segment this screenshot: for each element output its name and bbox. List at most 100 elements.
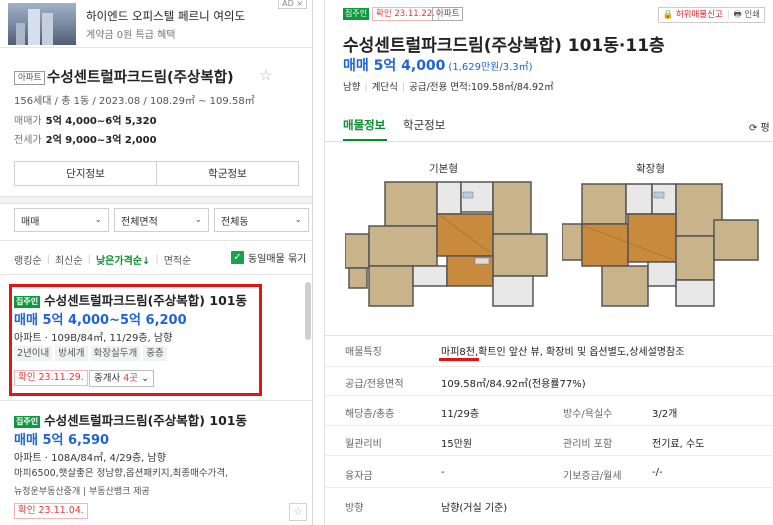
listing-spec: 아파트 · 109B/84㎡, 11/29층, 남향 xyxy=(14,333,173,344)
divider xyxy=(325,335,773,336)
listing-title-text: 수성센트럴파크드림(주상복합) 101동 xyxy=(44,413,247,428)
chevron-down-icon: ⌄ xyxy=(94,215,102,225)
listing-tag: 방세개 xyxy=(55,346,88,361)
jeonse-price-label: 전세가 xyxy=(14,135,42,146)
listing-tag: 중층 xyxy=(143,346,167,361)
floor-label: 해당층/총층 xyxy=(345,409,395,420)
listing-title[interactable]: 집주인 수성센트럴파크드림(주상복합) 101동 xyxy=(14,290,247,309)
owner-tag: 집주인 xyxy=(343,8,370,20)
complex-info-button[interactable]: 단지정보 xyxy=(14,161,157,186)
deposit-value: -/- xyxy=(652,467,663,478)
ad-banner[interactable]: 하이엔드 오피스텔 페르니 여의도 계약금 0원 특급 혜택 AD × xyxy=(0,0,312,48)
divider xyxy=(325,366,773,367)
ad-thumbnail[interactable] xyxy=(8,3,76,45)
divider xyxy=(325,395,773,396)
listing-title[interactable]: 집주인 수성센트럴파크드림(주상복합) 101동 xyxy=(14,410,247,429)
floorplan-extended-image[interactable] xyxy=(562,180,762,308)
ad-subtitle: 계약금 0원 특급 혜택 xyxy=(86,30,176,41)
maintenance-fee-value: 15만원 xyxy=(441,439,473,450)
price-per-area: (1,629만원/3.3㎡) xyxy=(448,62,533,73)
report-button[interactable]: 🔒 허위매물신고 xyxy=(663,8,723,22)
listing-tags: 2년이내 방세개 화장실두개 중층 xyxy=(14,346,170,361)
sort-area[interactable]: 면적순 xyxy=(164,252,192,267)
tab-school-info[interactable]: 학군정보 xyxy=(403,117,445,133)
area-value: 109.58㎡/84.92㎡(전용률77%) xyxy=(441,379,586,390)
sort-ranking[interactable]: 랭킹순 xyxy=(14,252,42,267)
listing-title-text: 수성센트럴파크드림(주상복합) 101동 xyxy=(44,293,247,308)
building-select[interactable]: 전체동 ⌄ xyxy=(214,208,309,232)
listing-tag: 2년이내 xyxy=(14,346,53,361)
group-same-listings-toggle[interactable]: ✓ 동일매물 묶기 xyxy=(231,250,306,265)
detail-panel: 집주인 확인 23.11.22. 아파트 🔒 허위매물신고 | 🖶 인쇄 수성센… xyxy=(324,0,773,525)
summary-structure: 계단식 xyxy=(371,82,398,93)
complex-summary: 156세대 / 총 1동 / 2023.08 / 108.29㎡ ~ 109.5… xyxy=(14,96,255,107)
favorite-star-icon[interactable]: ☆ xyxy=(259,66,272,84)
detail-title: 수성센트럴파크드림(주상복합) 101동·11층 xyxy=(343,36,665,56)
confirm-date-badge: 확인 23.11.29. xyxy=(14,370,88,386)
chevron-down-icon: ⌄ xyxy=(294,215,302,225)
floorplan-extended-label: 확장형 xyxy=(636,163,665,175)
divider xyxy=(325,487,773,488)
divider xyxy=(325,141,773,142)
summary-direction: 남향 xyxy=(343,82,361,93)
owner-tag: 집주인 xyxy=(14,295,41,308)
tab-review[interactable]: ⟳ 평 xyxy=(749,119,770,134)
jeonse-price-range: 전세가 2억 9,000~3억 2,000 xyxy=(14,131,157,146)
sale-price-label: 매매가 xyxy=(14,116,42,127)
agent-label: 중개사 xyxy=(94,373,121,384)
feature-value: 마피8천,확트인 앞산 뷰, 확장비 및 옵션별도,상세설명참조 xyxy=(441,347,685,358)
listing-price: 매매 5억 6,590 xyxy=(14,433,110,448)
floorplan-basic-label: 기본형 xyxy=(429,163,458,175)
favorite-star-icon[interactable]: ☆ xyxy=(289,503,307,521)
area-value: 전체면적 xyxy=(121,216,158,228)
loan-label: 융자금 xyxy=(345,471,373,482)
loan-value: - xyxy=(441,467,445,478)
checkbox-checked-icon[interactable]: ✓ xyxy=(231,251,244,264)
trade-type-select[interactable]: 매매 ⌄ xyxy=(14,208,109,232)
detail-price-value: 매매 5억 4,000 xyxy=(343,58,446,74)
rooms-label: 방수/욕실수 xyxy=(563,409,613,420)
section-divider xyxy=(0,196,312,204)
building-value: 전체동 xyxy=(221,216,249,228)
print-button[interactable]: 🖶 인쇄 xyxy=(734,8,760,22)
direction-value: 남향(거실 기준) xyxy=(441,503,508,514)
ad-badge[interactable]: AD × xyxy=(278,0,307,9)
rooms-value: 3/2개 xyxy=(652,409,678,420)
confirm-date-badge: 확인 23.11.04. xyxy=(14,503,88,519)
listing-tag: 화장실두개 xyxy=(90,346,141,361)
complex-title: 수성센트럴파크드림(주상복합) xyxy=(47,70,234,86)
listing-spec: 아파트 · 108A/84㎡, 4/29층, 남향 xyxy=(14,453,166,464)
owner-tag: 집주인 xyxy=(14,415,41,428)
summary-area: 공급/전용 면적:109.58㎡/84.92㎡ xyxy=(409,82,554,93)
agent-count: 4곳 xyxy=(123,373,139,384)
direction-label: 방향 xyxy=(345,503,364,514)
listing-price: 매매 5억 4,000~5억 6,200 xyxy=(14,313,187,328)
listing-agent-source: 뉴정운부동산중개 | 부동산뱅크 제공 xyxy=(14,487,150,497)
detail-summary: 남향 | 계단식 | 공급/전용 면적:109.58㎡/84.92㎡ xyxy=(343,82,554,93)
sale-price-value: 5억 4,000~6억 5,320 xyxy=(45,116,157,127)
divider xyxy=(0,400,312,401)
fee-includes-value: 전기료, 수도 xyxy=(652,439,705,450)
floorplan-basic-image[interactable] xyxy=(345,180,551,308)
sort-latest[interactable]: 최신순 xyxy=(55,252,83,267)
jeonse-price-value: 2억 9,000~3억 2,000 xyxy=(45,135,157,146)
area-select[interactable]: 전체면적 ⌄ xyxy=(114,208,209,232)
divider xyxy=(325,455,773,456)
sort-options: 랭킹순 | 최신순 | 낮은가격순↓ | 면적순 xyxy=(14,252,192,267)
chevron-down-icon: ⌄ xyxy=(194,215,202,225)
group-same-listings-label: 동일매물 묶기 xyxy=(248,254,307,265)
area-label: 공급/전용면적 xyxy=(345,379,404,390)
chevron-down-icon: ⌄ xyxy=(141,373,150,384)
sort-low-price[interactable]: 낮은가격순↓ xyxy=(96,252,150,267)
school-info-button[interactable]: 학군정보 xyxy=(156,161,299,186)
listing-panel: 하이엔드 오피스텔 페르니 여의도 계약금 0원 특급 혜택 AD × 아파트 … xyxy=(0,0,313,525)
detail-price: 매매 5억 4,000 (1,629만원/3.3㎡) xyxy=(343,55,533,75)
ad-title[interactable]: 하이엔드 오피스텔 페르니 여의도 xyxy=(86,8,245,24)
feature-label: 매물특징 xyxy=(345,347,382,358)
scrollbar[interactable] xyxy=(305,282,311,340)
tab-listing-info[interactable]: 매물정보 xyxy=(343,117,385,133)
sale-price-range: 매매가 5억 4,000~6억 5,320 xyxy=(14,112,157,127)
property-type-tag: 아파트 xyxy=(432,7,464,21)
agent-count-button[interactable]: 중개사 4곳 ⌄ xyxy=(89,370,155,387)
deposit-label: 기보증금/월세 xyxy=(563,471,622,482)
